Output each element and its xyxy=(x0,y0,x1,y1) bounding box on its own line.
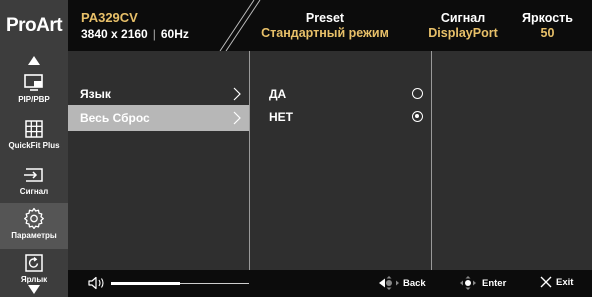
shortcut-icon xyxy=(25,254,43,272)
sidebar-item-label: PIP/PBP xyxy=(18,95,50,104)
osd-footer: Back Enter Exit xyxy=(68,270,592,297)
exit-label: Exit xyxy=(556,276,574,288)
brightness-value: 50 xyxy=(540,26,555,40)
brightness-label: Яркость xyxy=(522,11,573,25)
sidebar-item-quickfit-plus[interactable]: QuickFit Plus xyxy=(0,115,68,159)
monitor-osd: ProArt PA329CV 3840 x 2160 | 60Hz Preset С… xyxy=(0,0,592,297)
signal-status: Сигнал DisplayPort xyxy=(418,11,508,41)
speaker-icon xyxy=(88,276,104,290)
radio-button[interactable] xyxy=(412,88,423,99)
options-column: ДА НЕТ xyxy=(250,51,431,270)
volume-slider-fill xyxy=(111,282,180,285)
option-label: НЕТ xyxy=(269,110,293,124)
joystick-back-icon xyxy=(379,276,399,290)
sidebar: PIP/PBP QuickFit Plus Сигнал Параметры Я… xyxy=(0,51,68,297)
scroll-up-arrow-icon[interactable] xyxy=(28,56,40,65)
radio-button-checked[interactable] xyxy=(412,111,423,122)
sidebar-item-pip-pbp[interactable]: PIP/PBP xyxy=(0,69,68,113)
resolution-value: 3840 x 2160 xyxy=(81,27,148,41)
separator: | xyxy=(152,27,156,41)
menu-item-label: Весь Сброс xyxy=(80,111,150,125)
empty-column xyxy=(432,51,592,270)
preset-label: Preset xyxy=(305,11,345,25)
refresh-rate: 60Hz xyxy=(160,27,189,41)
chevron-right-icon xyxy=(233,111,241,125)
sidebar-item-label: Параметры xyxy=(11,231,57,240)
gear-icon xyxy=(24,207,44,229)
close-icon xyxy=(540,276,552,288)
sidebar-item-settings[interactable]: Параметры xyxy=(0,203,68,249)
pip-pbp-icon xyxy=(24,74,43,91)
resolution-info: 3840 x 2160 | 60Hz xyxy=(81,27,189,41)
brand-logo: ProArt xyxy=(0,0,68,51)
option-yes[interactable]: ДА xyxy=(250,82,431,106)
back-button[interactable]: Back xyxy=(378,275,426,291)
input-signal-icon xyxy=(24,168,43,182)
signal-value: DisplayPort xyxy=(428,26,498,40)
radio-dot xyxy=(415,114,419,118)
sidebar-item-signal[interactable]: Сигнал xyxy=(0,161,68,205)
preset-status: Preset Стандартный режим xyxy=(250,11,400,41)
brightness-status: Яркость 50 xyxy=(505,11,590,41)
menu-item-language[interactable]: Язык xyxy=(68,81,249,107)
sidebar-item-label: QuickFit Plus xyxy=(8,141,60,150)
enter-label: Enter xyxy=(482,277,507,289)
volume-slider[interactable] xyxy=(111,282,249,285)
quickfit-grid-icon xyxy=(25,120,43,138)
menu-column: Язык Весь Сброс xyxy=(68,51,249,270)
sidebar-item-label: Ярлык xyxy=(20,275,48,284)
chevron-right-icon xyxy=(233,87,241,101)
exit-button[interactable]: Exit xyxy=(539,275,573,289)
joystick-enter-icon xyxy=(460,276,476,290)
osd-header: ProArt PA329CV 3840 x 2160 | 60Hz Preset С… xyxy=(0,0,592,51)
signal-label: Сигнал xyxy=(440,11,486,25)
preset-value: Стандартный режим xyxy=(261,26,389,40)
model-name: PA329CV xyxy=(81,10,138,25)
scroll-down-arrow-icon[interactable] xyxy=(28,285,40,294)
menu-item-reset-all[interactable]: Весь Сброс xyxy=(68,105,249,131)
enter-button[interactable]: Enter xyxy=(457,275,506,291)
option-no[interactable]: НЕТ xyxy=(250,105,431,129)
menu-item-label: Язык xyxy=(80,87,111,101)
sidebar-item-label: Сигнал xyxy=(19,187,49,196)
option-label: ДА xyxy=(269,87,287,101)
back-label: Back xyxy=(403,277,426,289)
